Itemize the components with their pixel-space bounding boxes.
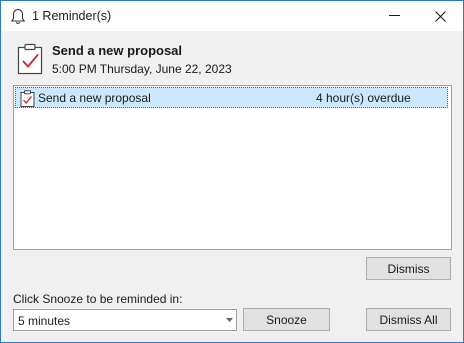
list-item-subject: Send a new proposal [38, 91, 151, 105]
reminder-window: 1 Reminder(s) Send a new proposal 5:00 P… [0, 0, 464, 343]
reminder-subject: Send a new proposal [52, 43, 183, 58]
title-bar[interactable]: 1 Reminder(s) [1, 1, 463, 31]
task-clipboard-icon [17, 43, 43, 75]
snooze-button[interactable]: Snooze [243, 308, 330, 331]
minimize-icon [388, 15, 400, 16]
snooze-prompt: Click Snooze to be reminded in: [13, 292, 183, 306]
reminder-list[interactable]: Send a new proposal 4 hour(s) overdue [13, 85, 452, 250]
list-item[interactable]: Send a new proposal 4 hour(s) overdue [15, 87, 448, 108]
minimize-button[interactable] [371, 1, 417, 31]
window-title: 1 Reminder(s) [32, 9, 112, 23]
task-clipboard-icon [20, 90, 35, 107]
snooze-duration-value: 5 minutes [18, 314, 71, 328]
snooze-duration-select[interactable]: 5 minutes [13, 309, 237, 331]
bell-icon [10, 8, 26, 24]
chevron-down-icon[interactable] [226, 318, 233, 323]
list-item-due: 4 hour(s) overdue [316, 91, 411, 105]
dismiss-button[interactable]: Dismiss [366, 257, 451, 280]
close-button[interactable] [417, 1, 463, 31]
dismiss-all-button[interactable]: Dismiss All [366, 308, 451, 331]
reminder-content: Send a new proposal 5:00 PM Thursday, Ju… [1, 31, 463, 342]
close-icon [434, 10, 446, 22]
reminder-due-time: 5:00 PM Thursday, June 22, 2023 [52, 62, 232, 76]
